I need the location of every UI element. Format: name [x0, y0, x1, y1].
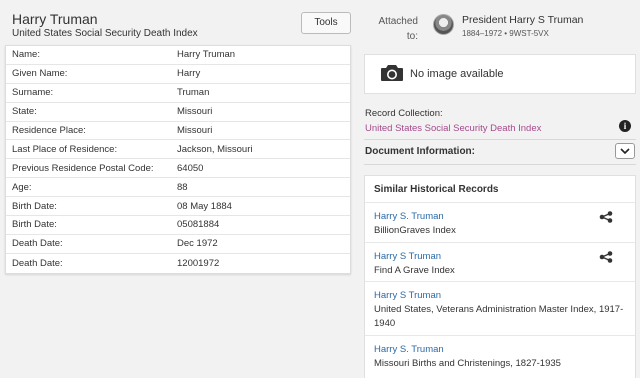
- attached-person-name[interactable]: President Harry S Truman: [462, 14, 583, 26]
- fact-row: Residence Place: Missouri: [6, 122, 350, 141]
- facts-table: Name: Harry Truman Given Name: Harry Surna…: [5, 45, 351, 274]
- divider: [364, 139, 636, 140]
- person-avatar[interactable]: [433, 14, 454, 35]
- record-title: Harry Truman: [12, 11, 98, 27]
- tools-button[interactable]: Tools: [301, 12, 351, 34]
- fact-label: State:: [12, 106, 37, 118]
- fact-row: State: Missouri: [6, 103, 350, 122]
- fact-row: Age: 88: [6, 178, 350, 198]
- fact-value: Harry: [177, 68, 201, 80]
- fact-value: 88: [177, 181, 188, 193]
- no-image-box: No image available: [364, 54, 636, 94]
- list-item: Harry S Truman Find A Grave Index: [365, 243, 635, 282]
- camera-icon: [381, 65, 403, 81]
- list-item: Harry S. Truman Missouri Births and Chri…: [365, 336, 635, 376]
- fact-label: Last Place of Residence:: [12, 143, 118, 155]
- attached-to-label: Attached to:: [378, 14, 418, 44]
- fact-value: Harry Truman: [177, 49, 236, 61]
- fact-row: Death Date: 12001972: [6, 254, 350, 273]
- attached-person-meta: 1884–1972 • 9WST-5VX: [462, 29, 549, 38]
- fact-label: Death Date:: [12, 257, 63, 269]
- divider: [364, 164, 636, 165]
- record-collection-subtitle: United States Social Security Death Inde…: [12, 28, 198, 39]
- similar-record-name[interactable]: Harry S. Truman: [374, 343, 626, 357]
- fact-label: Residence Place:: [12, 125, 86, 136]
- record-collection-link[interactable]: United States Social Security Death Inde…: [365, 123, 541, 134]
- similar-record-collection: Missouri Births and Christenings, 1827-1…: [374, 358, 561, 369]
- attached-label-line1: Attached: [378, 16, 418, 27]
- fact-row: Birth Date: 05081884: [6, 216, 350, 235]
- fact-value: 05081884: [177, 219, 220, 231]
- similar-record-name[interactable]: Harry S. Truman: [374, 210, 626, 224]
- similar-records-heading: Similar Historical Records: [365, 176, 635, 203]
- similar-record-name[interactable]: Harry S Truman: [374, 250, 626, 264]
- similar-record-name[interactable]: Harry S Truman: [374, 289, 626, 303]
- info-icon[interactable]: i: [619, 120, 631, 132]
- fact-label: Age:: [12, 181, 32, 193]
- list-item: Harry S. Truman BillionGraves Index: [365, 203, 635, 243]
- fact-value: Jackson, Missouri: [177, 143, 253, 155]
- record-collection-label: Record Collection:: [365, 108, 443, 119]
- document-information-label[interactable]: Document Information:: [365, 146, 475, 157]
- fact-row: Birth Date: 08 May 1884: [6, 197, 350, 217]
- fact-value: 08 May 1884: [177, 200, 232, 212]
- fact-row: Surname: Truman: [6, 84, 350, 103]
- tree-icon[interactable]: [599, 251, 613, 263]
- fact-value: Missouri: [177, 125, 213, 136]
- fact-label: Given Name:: [12, 68, 68, 80]
- fact-label: Birth Date:: [12, 200, 57, 212]
- fact-row: Last Place of Residence: Jackson, Missour…: [6, 140, 350, 160]
- fact-value: 64050: [177, 162, 204, 174]
- similar-record-collection: BillionGraves Index: [374, 225, 456, 236]
- chevron-down-icon: [620, 148, 630, 155]
- record-panel: Harry Truman United States Social Securi…: [0, 0, 358, 378]
- no-image-text: No image available: [410, 68, 504, 80]
- similar-record-collection: Find A Grave Index: [374, 265, 455, 276]
- fact-value: Dec 1972: [177, 238, 218, 250]
- fact-value: 12001972: [177, 257, 220, 269]
- attached-label-line2: to:: [406, 31, 418, 42]
- fact-row: Death Date: Dec 1972: [6, 235, 350, 254]
- similar-record-collection: United States, Veterans Administration M…: [374, 304, 624, 329]
- fact-row: Given Name: Harry: [6, 65, 350, 84]
- fact-row: Name: Harry Truman: [6, 46, 350, 65]
- tree-icon[interactable]: [599, 211, 613, 223]
- fact-value: Missouri: [177, 106, 213, 118]
- fact-value: Truman: [177, 87, 210, 99]
- fact-row: Previous Residence Postal Code: 64050: [6, 159, 350, 179]
- fact-label: Previous Residence Postal Code:: [12, 162, 154, 174]
- similar-records-panel: Similar Historical Records Harry S. Trum…: [364, 175, 636, 378]
- fact-label: Surname:: [12, 87, 54, 99]
- fact-label: Birth Date:: [12, 219, 57, 231]
- document-info-toggle[interactable]: [615, 143, 635, 159]
- fact-label: Death Date:: [12, 238, 63, 250]
- fact-label: Name:: [12, 49, 40, 61]
- list-item: Harry S Truman United States, Veterans A…: [365, 282, 635, 336]
